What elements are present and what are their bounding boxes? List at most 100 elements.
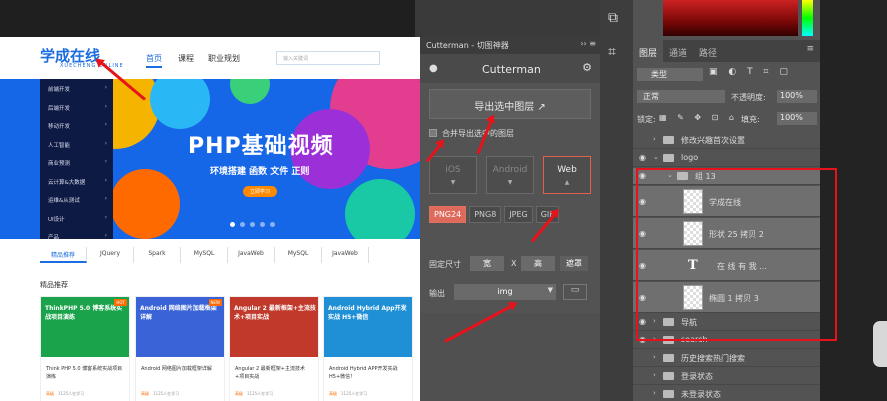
color-field[interactable] <box>663 0 798 36</box>
layer-row[interactable]: › 未登录状态 <box>633 386 820 401</box>
chevron-right-icon: › <box>104 195 107 202</box>
chevron-right-icon[interactable]: › <box>653 389 656 397</box>
category-item[interactable]: 云计算&大数据 › <box>40 172 113 191</box>
folder-icon <box>663 154 674 162</box>
blend-row: 正常 不透明度: 100% <box>633 86 820 106</box>
topic-tag[interactable]: JavaWeb <box>322 247 369 263</box>
thumbnail-caption: Angular 2 最新框架+主流技术+项目实战 <box>234 305 316 321</box>
banner-subtitle: 环境搭建 函数 文件 正则 <box>210 167 310 177</box>
course-meta: 高级 1125人在学习 <box>230 387 318 401</box>
category-item[interactable]: 人工智能 › <box>40 135 113 154</box>
screen: 学成在线 XUECHENG ONLINE 首页 课程 职业规划 输入关键词 前端… <box>0 0 887 401</box>
carousel-dot[interactable] <box>240 222 245 227</box>
course-meta: 高级 1125人在学习 <box>41 387 129 401</box>
category-item[interactable]: 后端开发 › <box>40 98 113 117</box>
carousel-dot[interactable] <box>260 222 265 227</box>
scroll-handle[interactable] <box>873 321 887 367</box>
category-item[interactable]: 移动开发 › <box>40 116 113 135</box>
category-item[interactable]: 运维&从测试 › <box>40 190 113 209</box>
topic-tag[interactable]: JQuery <box>87 247 134 263</box>
chevron-right-icon[interactable]: › <box>653 135 656 143</box>
output-folder-select[interactable]: img ▼ <box>454 284 556 300</box>
hue-slider[interactable] <box>802 0 813 36</box>
folder-icon <box>663 354 674 362</box>
layer-filter-select[interactable]: 类型 <box>637 68 703 81</box>
tab-channels[interactable]: 通道 <box>663 40 693 62</box>
chevron-down-icon[interactable]: ⌄ <box>653 153 659 161</box>
format-png8[interactable]: PNG8 <box>469 206 502 223</box>
panel-menu-icon[interactable]: ›› ≡ <box>580 39 596 48</box>
category-label: 移动开发 <box>48 124 71 130</box>
nav-course[interactable]: 课程 <box>178 53 194 64</box>
category-label: 商业预测 <box>48 161 71 167</box>
nav-home[interactable]: 首页 <box>146 53 162 68</box>
panel-menu-icon[interactable]: ≡ <box>806 44 814 54</box>
course-card[interactable]: ThinkPHP 5.0 博客系统实战项目演练 HOT Think PHP 5.0… <box>40 296 130 401</box>
export-button-label: 导出选中图层 <box>474 102 535 113</box>
blend-mode-select[interactable]: 正常 <box>637 90 725 103</box>
tab-paths[interactable]: 路径 <box>693 40 723 62</box>
folder-icon[interactable]: ▭ <box>563 284 587 300</box>
course-card[interactable]: Angular 2 最新框架+主流技术+项目实战 Angular 2 最新框架+… <box>229 296 319 401</box>
eye-icon[interactable]: ◉ <box>639 153 646 162</box>
decor-circle <box>110 169 180 239</box>
course-level: 高级 <box>329 391 337 396</box>
carousel-dot[interactable] <box>250 222 255 227</box>
format-selector: PNG24 PNG8 JPEG GIF <box>429 206 559 223</box>
platform-web-button[interactable]: Web ▲ <box>543 156 591 194</box>
cutterman-panel: Cutterman - 切图神器 ›› ≡ ● Cutterman ⚙ 导出选中… <box>420 37 600 401</box>
banner-learn-button[interactable]: 立即学习 <box>243 186 277 197</box>
category-item[interactable]: UI设计 › <box>40 209 113 228</box>
course-title: Angular 2 最新框架+主流技术+项目实战 <box>235 366 305 380</box>
platform-android-button[interactable]: Android ▼ <box>486 156 534 194</box>
lock-icons[interactable]: ▦ ✎ ✥ ⊡ ⌂ <box>659 113 738 122</box>
user-icon[interactable]: ● <box>429 63 438 74</box>
layer-row[interactable]: › 历史搜索热门搜索 <box>633 350 820 367</box>
carousel-dot[interactable] <box>270 222 275 227</box>
topic-tag[interactable]: MySQL <box>275 247 322 263</box>
layer-row[interactable]: › 修改兴趣首次设置 <box>633 132 820 149</box>
export-selected-layers-button[interactable]: 导出选中图层 ↗ <box>429 89 591 119</box>
topic-tag[interactable]: MySQL <box>181 247 228 263</box>
format-jpeg[interactable]: JPEG <box>504 206 533 223</box>
height-field[interactable]: 高 <box>521 256 555 271</box>
category-item[interactable]: 商业预测 › <box>40 153 113 172</box>
mask-button[interactable]: 遮罩 <box>560 256 588 271</box>
nav-career[interactable]: 职业规划 <box>208 53 240 64</box>
crop-icon[interactable]: ⌗ <box>608 44 616 60</box>
triangle-down-icon: ▼ <box>507 179 513 186</box>
category-label: 后端开发 <box>48 105 71 112</box>
format-png24[interactable]: PNG24 <box>429 206 467 223</box>
site-search-input[interactable]: 输入关键词 <box>276 51 380 65</box>
layer-row[interactable]: › 登录状态 <box>633 368 820 385</box>
site-header: 学成在线 XUECHENG ONLINE 首页 课程 职业规划 输入关键词 <box>0 37 420 77</box>
chevron-right-icon[interactable]: › <box>653 353 656 361</box>
carousel-dot[interactable] <box>230 222 235 227</box>
layer-filter-row: 类型 ▣ ◐ T ⌗ ▢ <box>633 64 820 84</box>
course-count: 1125人在学习 <box>247 391 274 396</box>
cutterman-panel-header: Cutterman - 切图神器 ›› ≡ <box>420 37 600 54</box>
course-card[interactable]: Android 网络图片加载框架详解 NEW Android 网络图片加载框架详解… <box>135 296 225 401</box>
tab-layers[interactable]: 图层 <box>633 40 664 62</box>
section-title: 精品推荐 <box>40 281 68 289</box>
merge-label: 合并导出选中的图层 <box>442 129 514 138</box>
merge-checkbox[interactable] <box>429 129 437 137</box>
layer-row[interactable]: ◉ ⌄ logo <box>633 150 820 167</box>
topic-tag[interactable]: Spark <box>134 247 181 263</box>
gear-icon[interactable]: ⚙ <box>582 61 592 74</box>
category-item[interactable]: 产品 › <box>40 227 113 246</box>
category-item[interactable]: 前端开发 › <box>40 79 113 98</box>
history-icon[interactable]: ⧉ <box>608 10 618 26</box>
filter-icons[interactable]: ▣ ◐ T ⌗ ▢ <box>709 67 792 77</box>
highlight-box <box>636 168 837 341</box>
course-card[interactable]: Android Hybrid App开发实战 H5+微信 Android Hyb… <box>323 296 413 401</box>
topic-tag[interactable]: JavaWeb <box>228 247 275 263</box>
layer-name: 历史搜索热门搜索 <box>681 354 745 363</box>
platform-ios-button[interactable]: iOS ▼ <box>429 156 477 194</box>
chevron-right-icon[interactable]: › <box>653 371 656 379</box>
fill-field[interactable]: 100% <box>777 112 817 125</box>
width-field[interactable]: 宽 <box>470 256 504 271</box>
site-logo-subtitle: XUECHENG ONLINE <box>60 63 124 69</box>
topic-tag[interactable]: 精品推荐 <box>40 247 87 263</box>
opacity-field[interactable]: 100% <box>777 90 817 103</box>
